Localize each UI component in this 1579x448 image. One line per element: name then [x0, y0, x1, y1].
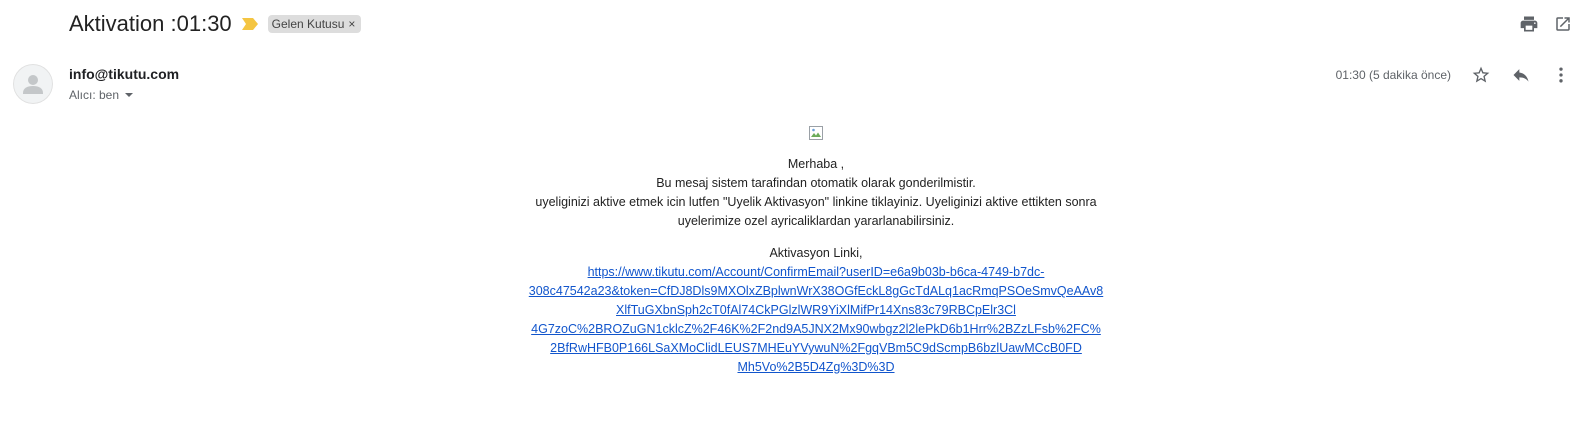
header-actions — [1507, 12, 1579, 36]
activation-instructions: uyeliginizi aktive etmek icin lutfen "Uy… — [535, 195, 1097, 228]
activation-link-line[interactable]: 308c47542a23&token=CfDJ8Dls9MXOlxZBplwnW… — [505, 282, 1127, 301]
label-chip-text: Gelen Kutusu — [271, 17, 345, 31]
recipient-label: Alıcı: ben — [69, 88, 120, 102]
sender-address[interactable]: info@tikutu.com — [69, 66, 179, 82]
more-vertical-icon[interactable] — [1549, 63, 1573, 87]
open-in-new-window-icon[interactable] — [1551, 12, 1575, 36]
auto-message-notice: Bu mesaj sistem tarafindan otomatik olar… — [656, 176, 976, 190]
email-subject: Aktivation :01:30 — [69, 11, 232, 36]
activation-link[interactable]: https://www.tikutu.com/Account/ConfirmEm… — [505, 263, 1127, 377]
star-icon[interactable] — [1469, 63, 1493, 87]
message-time: 01:30 (5 dakika önce) — [1335, 68, 1451, 82]
activation-link-line[interactable]: 4G7zoC%2BROZuGN1cklcZ%2F46K%2F2nd9A5JNX2… — [505, 320, 1127, 339]
broken-image-icon — [808, 125, 824, 141]
chevron-down-icon — [125, 93, 134, 97]
reply-icon[interactable] — [1509, 63, 1533, 87]
label-chip-inbox[interactable]: Gelen Kutusu × — [267, 15, 362, 33]
message-body: Merhaba , Bu mesaj sistem tarafindan oto… — [505, 125, 1127, 377]
activation-link-line[interactable]: https://www.tikutu.com/Account/ConfirmEm… — [505, 263, 1127, 282]
importance-marker-icon[interactable] — [241, 15, 260, 33]
recipient-details-toggle[interactable]: Alıcı: ben — [69, 88, 134, 102]
activation-link-line[interactable]: XlfTuGXbnSph2cT0fAl74CkPGlzlWR9YiXlMifPr… — [505, 301, 1127, 320]
subject-row: Aktivation :01:30 Gelen Kutusu × — [69, 8, 362, 40]
activation-link-heading: Aktivasyon Linki, — [769, 246, 863, 260]
activation-link-line[interactable]: 2BfRwHFB0P166LSaXMoClidLEUS7MHEuYVywuN%2… — [505, 339, 1127, 358]
sender-avatar[interactable] — [13, 64, 53, 104]
message-meta: 01:30 (5 dakika önce) — [1336, 62, 1579, 88]
print-icon[interactable] — [1517, 12, 1541, 36]
label-remove-button[interactable]: × — [348, 17, 355, 31]
greeting-text: Merhaba , — [787, 157, 845, 171]
activation-link-line[interactable]: Mh5Vo%2B5D4Zg%3D%3D — [505, 358, 1127, 377]
